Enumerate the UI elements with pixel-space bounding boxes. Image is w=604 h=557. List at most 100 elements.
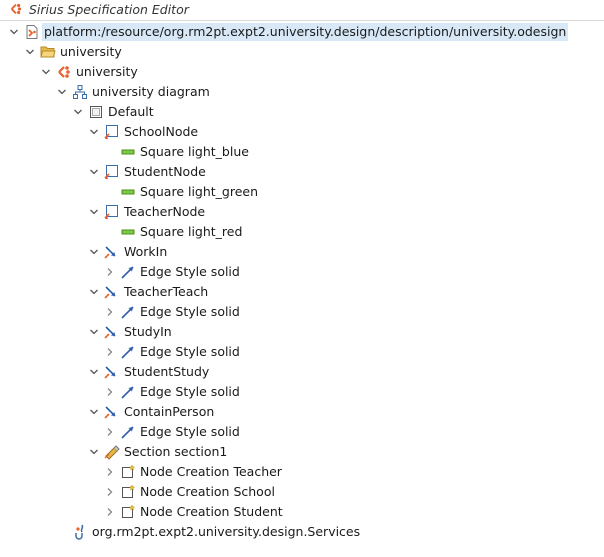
tree-row-tool[interactable]: Node Creation Student <box>0 502 604 522</box>
diagram-description-icon <box>72 84 88 100</box>
tree-label-edge: WorkIn <box>124 244 168 259</box>
tree-row-java-extension[interactable]: org.rm2pt.expt2.university.design.Servic… <box>0 522 604 542</box>
group-folder-icon <box>40 44 56 60</box>
collapse-toggle-icon[interactable] <box>89 367 99 377</box>
tree-label-node: SchoolNode <box>124 124 199 139</box>
collapse-toggle-icon[interactable] <box>89 327 99 337</box>
tree-row-edge-style[interactable]: Edge Style solid <box>0 342 604 362</box>
tree-label-style: Square light_blue <box>140 144 249 159</box>
tree-label-viewpoint: university <box>76 64 138 79</box>
tree-label-edge-style: Edge Style solid <box>140 384 240 399</box>
edge-mapping-icon <box>104 244 120 260</box>
tree-row-edge-containperson[interactable]: ContainPerson <box>0 402 604 422</box>
tree-row-node-teacher[interactable]: TeacherNode <box>0 202 604 222</box>
tree-label-layer: Default <box>108 104 154 119</box>
collapse-toggle-icon[interactable] <box>73 107 83 117</box>
tree-row-style[interactable]: Square light_red <box>0 222 604 242</box>
tree-label-node: TeacherNode <box>124 204 206 219</box>
node-creation-tool-icon <box>120 484 136 500</box>
tree-label-diagram: university diagram <box>92 84 210 99</box>
tree-label-style: Square light_red <box>140 224 243 239</box>
collapse-toggle-icon[interactable] <box>41 67 51 77</box>
tree-row-edge-studyin[interactable]: StudyIn <box>0 322 604 342</box>
tree-row-edge-workin[interactable]: WorkIn <box>0 242 604 262</box>
collapse-toggle-icon[interactable] <box>9 27 19 37</box>
collapse-toggle-icon[interactable] <box>89 207 99 217</box>
tree-row-edge-style[interactable]: Edge Style solid <box>0 382 604 402</box>
tree-row-edge-teacherteach[interactable]: TeacherTeach <box>0 282 604 302</box>
tree-row-layer[interactable]: Default <box>0 102 604 122</box>
viewpoint-icon <box>56 64 72 80</box>
collapse-toggle-icon[interactable] <box>89 287 99 297</box>
node-mapping-icon <box>104 124 120 140</box>
tree-label-edge: StudentStudy <box>124 364 210 379</box>
tree-row-resource[interactable]: platform:/resource/org.rm2pt.expt2.unive… <box>0 22 604 42</box>
edge-style-icon <box>120 304 136 320</box>
tree-label-tool: Node Creation Teacher <box>140 464 282 479</box>
tree-row-style[interactable]: Square light_green <box>0 182 604 202</box>
tree-label-node: StudentNode <box>124 164 206 179</box>
tree-label-resource: platform:/resource/org.rm2pt.expt2.unive… <box>42 23 569 41</box>
node-creation-tool-icon <box>120 504 136 520</box>
node-mapping-icon <box>104 204 120 220</box>
tree-label-edge-style: Edge Style solid <box>140 424 240 439</box>
collapse-toggle-icon[interactable] <box>89 447 99 457</box>
node-mapping-icon <box>104 164 120 180</box>
tree-label-edge: StudyIn <box>124 324 172 339</box>
tree-label-style: Square light_green <box>140 184 259 199</box>
tree-row-edge-studentstudy[interactable]: StudentStudy <box>0 362 604 382</box>
tree-label-edge-style: Edge Style solid <box>140 264 240 279</box>
expand-toggle-icon[interactable] <box>105 267 115 277</box>
edge-style-icon <box>120 264 136 280</box>
tree-row-section[interactable]: Section section1 <box>0 442 604 462</box>
editor-title: Sirius Specification Editor <box>29 2 189 17</box>
expand-toggle-icon[interactable] <box>105 347 115 357</box>
edge-mapping-icon <box>104 324 120 340</box>
tree-row-node-student[interactable]: StudentNode <box>0 162 604 182</box>
expand-toggle-icon[interactable] <box>105 307 115 317</box>
edge-mapping-icon <box>104 364 120 380</box>
edge-style-icon <box>120 384 136 400</box>
edge-mapping-icon <box>104 404 120 420</box>
layer-icon <box>88 104 104 120</box>
edge-mapping-icon <box>104 284 120 300</box>
collapse-toggle-icon[interactable] <box>89 167 99 177</box>
collapse-toggle-icon[interactable] <box>57 87 67 97</box>
java-extension-icon <box>72 524 88 540</box>
tree-label-edge-style: Edge Style solid <box>140 304 240 319</box>
tree-row-group[interactable]: university <box>0 42 604 62</box>
tool-section-icon <box>104 444 120 460</box>
tree-row-viewpoint[interactable]: university <box>0 62 604 82</box>
editor-header: Sirius Specification Editor <box>0 0 604 21</box>
tree-label-edge: TeacherTeach <box>124 284 209 299</box>
tree-label-java-extension: org.rm2pt.expt2.university.design.Servic… <box>92 524 361 539</box>
tree-row-tool[interactable]: Node Creation Teacher <box>0 462 604 482</box>
tree-row-tool[interactable]: Node Creation School <box>0 482 604 502</box>
tree-row-edge-style[interactable]: Edge Style solid <box>0 302 604 322</box>
tree-row-style[interactable]: Square light_blue <box>0 142 604 162</box>
square-style-icon <box>120 144 136 160</box>
expand-toggle-icon[interactable] <box>105 467 115 477</box>
tree-row-diagram[interactable]: university diagram <box>0 82 604 102</box>
edge-style-icon <box>120 344 136 360</box>
odesign-file-icon <box>24 24 40 40</box>
tree-row-node-school[interactable]: SchoolNode <box>0 122 604 142</box>
expand-toggle-icon[interactable] <box>105 387 115 397</box>
collapse-toggle-icon[interactable] <box>25 47 35 57</box>
tree-row-edge-style[interactable]: Edge Style solid <box>0 262 604 282</box>
tree-label-edge: ContainPerson <box>124 404 215 419</box>
specification-tree[interactable]: platform:/resource/org.rm2pt.expt2.unive… <box>0 20 604 557</box>
collapse-toggle-icon[interactable] <box>89 407 99 417</box>
tree-label-section: Section section1 <box>124 444 228 459</box>
square-style-icon <box>120 224 136 240</box>
tree-label-edge-style: Edge Style solid <box>140 344 240 359</box>
edge-style-icon <box>120 424 136 440</box>
expand-toggle-icon[interactable] <box>105 427 115 437</box>
tree-row-edge-style[interactable]: Edge Style solid <box>0 422 604 442</box>
expand-toggle-icon[interactable] <box>105 507 115 517</box>
expand-toggle-icon[interactable] <box>105 487 115 497</box>
collapse-toggle-icon[interactable] <box>89 127 99 137</box>
tree-label-group: university <box>60 44 122 59</box>
sirius-logo-icon <box>9 2 23 16</box>
collapse-toggle-icon[interactable] <box>89 247 99 257</box>
